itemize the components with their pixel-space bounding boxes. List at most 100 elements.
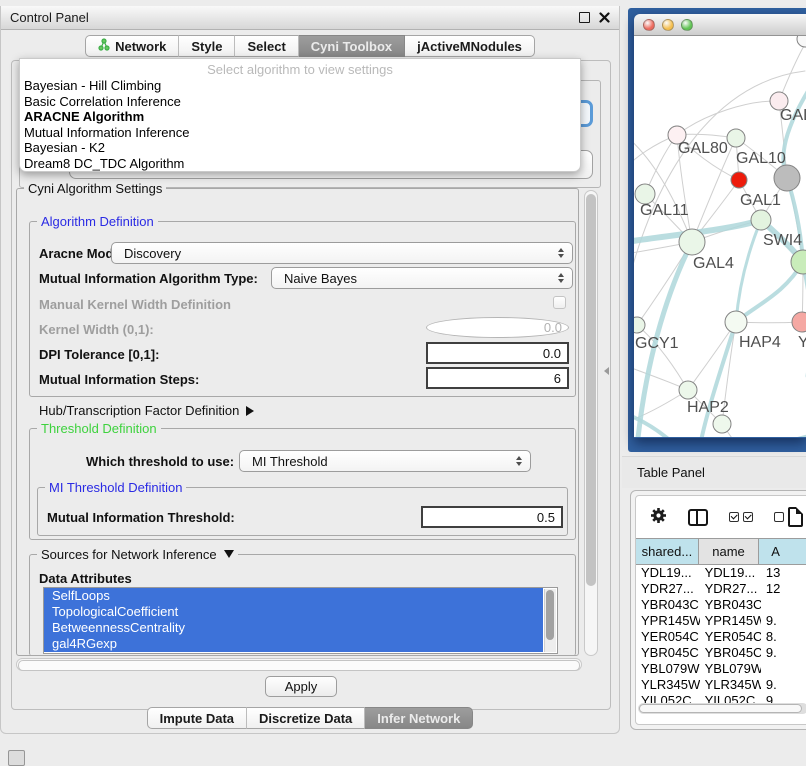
manual-kernel-checkbox[interactable] xyxy=(553,296,566,309)
minimize-traffic-light-icon[interactable] xyxy=(662,19,674,31)
column-header-name[interactable]: name xyxy=(699,539,759,564)
table-cell[interactable]: YDR27... xyxy=(636,581,700,597)
node-unlabeled[interactable] xyxy=(774,165,800,191)
node-gal1[interactable] xyxy=(731,172,747,188)
which-threshold-select[interactable]: MI Threshold xyxy=(239,450,531,472)
tab-infer-network[interactable]: Infer Network xyxy=(365,707,473,729)
mi-algorithm-type-label: Mutual Information Algorithm Type: xyxy=(39,271,258,286)
tab-impute-data[interactable]: Impute Data xyxy=(147,707,247,729)
attributes-scrollbar[interactable] xyxy=(544,589,556,652)
panel-splitter-arrow-icon[interactable] xyxy=(604,367,609,375)
checked-pair-icon[interactable] xyxy=(729,512,753,522)
attribute-item-gal4rgexp[interactable]: gal4RGexp xyxy=(44,636,543,652)
scrollbar-thumb[interactable] xyxy=(546,590,554,640)
restore-icon[interactable] xyxy=(579,12,590,23)
table-cell[interactable]: YDR27... xyxy=(700,581,761,597)
node-hap2[interactable] xyxy=(679,381,697,399)
kernel-width-field[interactable]: 0.0 xyxy=(426,317,569,338)
table-cell[interactable] xyxy=(761,661,806,677)
zoom-traffic-light-icon[interactable] xyxy=(681,19,693,31)
tab-style[interactable]: Style xyxy=(179,35,235,57)
table-row[interactable]: YBR043CYBR043C xyxy=(636,597,806,613)
table-cell[interactable]: YBR045C xyxy=(636,645,700,661)
network-canvas[interactable]: GAL7GAL80GAL10GAL1GAL11GAL4SWI4GCY1HAP4Y… xyxy=(634,36,806,437)
table-row[interactable]: YPR145WYPR145W9. xyxy=(636,613,806,629)
scrollbar-thumb[interactable] xyxy=(18,660,580,671)
attribute-item-topologicalcoefficient[interactable]: TopologicalCoefficient xyxy=(44,604,543,620)
table-cell[interactable]: 9. xyxy=(761,677,806,693)
dropdown-item-mutual-information-inference[interactable]: Mutual Information Inference xyxy=(20,125,580,141)
tab-jactivemnodules[interactable]: jActiveMNodules xyxy=(405,35,535,57)
table-cell[interactable]: 9. xyxy=(761,613,806,629)
table-row[interactable]: YER054CYER054C8. xyxy=(636,629,806,645)
document-icon[interactable] xyxy=(788,507,803,527)
settings-horizontal-scrollbar[interactable] xyxy=(16,658,582,671)
node-gcy1[interactable] xyxy=(634,317,645,333)
dropdown-item-dream8-dc-tdc-algorithm[interactable]: Dream8 DC_TDC Algorithm xyxy=(20,156,580,172)
apply-button[interactable]: Apply xyxy=(265,676,337,697)
close-icon[interactable] xyxy=(599,12,610,23)
dropdown-item-bayesian-k2[interactable]: Bayesian - K2 xyxy=(20,140,580,156)
gear-icon[interactable] xyxy=(650,507,667,527)
node-gal11[interactable] xyxy=(635,184,655,204)
tab-cyni-toolbox[interactable]: Cyni Toolbox xyxy=(299,35,405,57)
mi-algorithm-type-select[interactable]: Naive Bayes xyxy=(271,267,573,289)
table-cell[interactable]: YBR043C xyxy=(636,597,700,613)
minimized-window-icon[interactable] xyxy=(8,750,25,766)
table-horizontal-scrollbar[interactable] xyxy=(638,703,806,714)
table-row[interactable]: YLR345WYLR345W9. xyxy=(636,677,806,693)
table-row[interactable]: YDR27...YDR27...12 xyxy=(636,581,806,597)
table-cell[interactable]: 9. xyxy=(761,645,806,661)
column-header-shared[interactable]: shared... xyxy=(636,539,699,564)
table-cell[interactable]: YER054C xyxy=(636,629,700,645)
dropdown-item-basic-correlation-inference[interactable]: Basic Correlation Inference xyxy=(20,94,580,110)
dropdown-item-aracne-algorithm[interactable]: ARACNE Algorithm xyxy=(20,109,580,125)
tab-discretize-data[interactable]: Discretize Data xyxy=(247,707,365,729)
node-y[interactable] xyxy=(792,312,806,332)
control-panel-titlebar[interactable]: Control Panel xyxy=(1,6,619,30)
column-header-a[interactable]: A xyxy=(759,539,806,564)
table-row[interactable]: YDL19...YDL19...13 xyxy=(636,565,806,581)
node-hap4[interactable] xyxy=(725,311,747,333)
table-row[interactable]: YBR045CYBR045C9. xyxy=(636,645,806,661)
node-unlabeled[interactable] xyxy=(797,36,806,47)
dpi-tolerance-field[interactable]: 0.0 xyxy=(426,342,569,364)
table-cell[interactable]: YLR345W xyxy=(700,677,761,693)
attribute-item-selfloops[interactable]: SelfLoops xyxy=(44,588,543,604)
table-cell[interactable]: YDL19... xyxy=(700,565,761,581)
table-cell[interactable]: YLR345W xyxy=(636,677,700,693)
mi-steps-field[interactable]: 6 xyxy=(426,367,569,389)
table-cell[interactable]: YPR145W xyxy=(700,613,761,629)
tab-select[interactable]: Select xyxy=(235,35,298,57)
columns-icon[interactable] xyxy=(688,509,708,526)
table-cell[interactable]: 13 xyxy=(761,565,806,581)
settings-vertical-scrollbar[interactable] xyxy=(584,190,598,656)
network-window-titlebar[interactable] xyxy=(634,14,806,36)
table-cell[interactable] xyxy=(761,597,806,613)
table-cell[interactable]: 8. xyxy=(761,629,806,645)
network-view-window[interactable]: GAL7GAL80GAL10GAL1GAL11GAL4SWI4GCY1HAP4Y… xyxy=(634,14,806,438)
mi-threshold-field[interactable]: 0.5 xyxy=(421,506,563,528)
sources-toggle[interactable]: Sources for Network Inference xyxy=(37,547,238,562)
attribute-item-betweennesscentrality[interactable]: BetweennessCentrality xyxy=(44,620,543,636)
node-gal4[interactable] xyxy=(679,229,705,255)
node-unlabeled[interactable] xyxy=(713,415,731,433)
table-cell[interactable]: YER054C xyxy=(700,629,761,645)
table-cell[interactable]: YDL19... xyxy=(636,565,700,581)
close-traffic-light-icon[interactable] xyxy=(643,19,655,31)
node-unlabeled[interactable] xyxy=(751,210,771,230)
table-cell[interactable]: YBR043C xyxy=(700,597,761,613)
dropdown-item-bayesian-hill-climbing[interactable]: Bayesian - Hill Climbing xyxy=(20,78,580,94)
table-cell[interactable]: YPR145W xyxy=(636,613,700,629)
table-cell[interactable]: YBL079W xyxy=(636,661,700,677)
table-row[interactable]: YBL079WYBL079W xyxy=(636,661,806,677)
scrollbar-thumb[interactable] xyxy=(639,704,802,713)
table-cell[interactable]: YBL079W xyxy=(700,661,761,677)
tab-network[interactable]: Network xyxy=(85,35,179,57)
node-gal10[interactable] xyxy=(727,129,745,147)
aracne-mode-select[interactable]: Discovery xyxy=(111,242,573,264)
table-cell[interactable]: 12 xyxy=(761,581,806,597)
scrollbar-thumb[interactable] xyxy=(586,194,596,586)
table-cell[interactable]: YBR045C xyxy=(700,645,761,661)
hub-definition-toggle[interactable]: Hub/Transcription Factor Definition xyxy=(39,403,254,418)
